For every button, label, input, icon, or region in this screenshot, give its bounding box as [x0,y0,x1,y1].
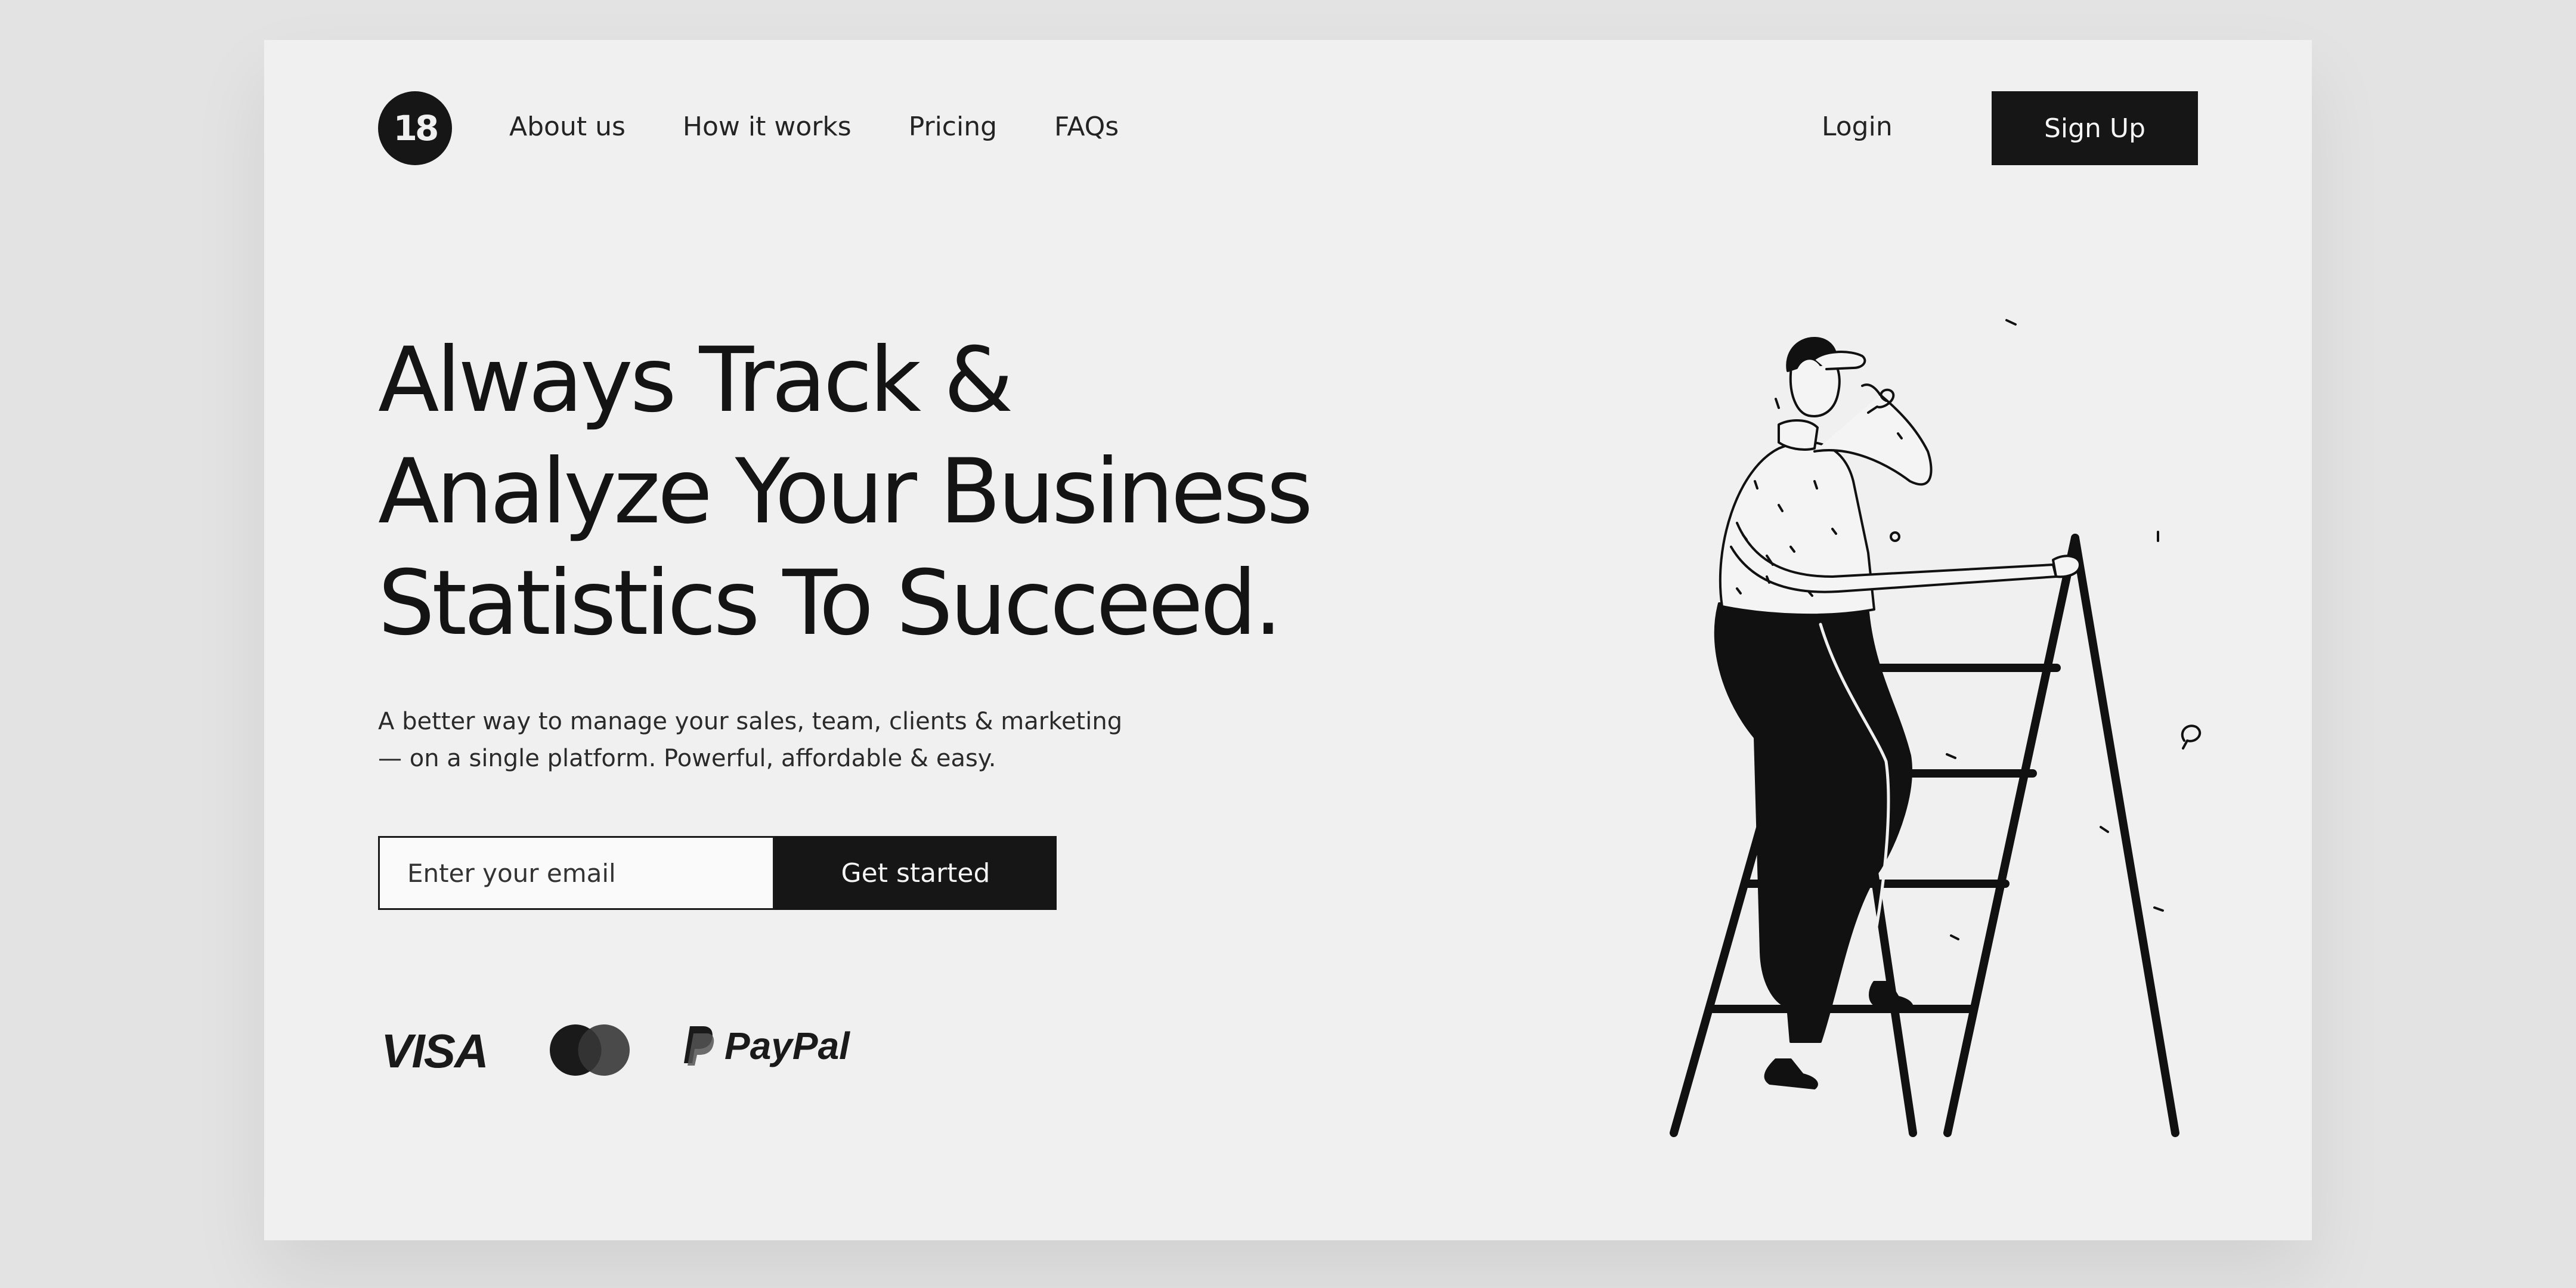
login-link[interactable]: Login [1822,112,1893,142]
headline-line-1: Always Track & [378,329,1014,432]
hero-subtext: A better way to manage your sales, team,… [378,703,1284,777]
nav-link-about[interactable]: About us [509,112,626,142]
subtext-line-2: — on a single platform. Powerful, afford… [378,745,996,772]
nav-link-faqs[interactable]: FAQs [1054,112,1119,142]
get-started-button[interactable]: Get started [775,836,1057,910]
visa-logo: VISA [381,1024,489,1078]
main-nav: About us How it works Pricing FAQs [509,112,1119,142]
landing-page: 18 About us How it works Pricing FAQs Lo… [264,40,2312,1240]
brand-logo-icon[interactable]: 18 [378,91,452,165]
email-input[interactable] [406,857,773,888]
logo-text: 18 [393,108,439,148]
man-figure [1714,337,2081,1089]
headline-line-2: Analyze Your Business [378,440,1313,544]
mastercard-icon [550,1024,630,1076]
headline-line-3: Statistics To Succeed. [378,552,1283,655]
nav-link-pricing[interactable]: Pricing [909,112,997,142]
nav-link-how-it-works[interactable]: How it works [683,112,852,142]
subtext-line-1: A better way to manage your sales, team,… [378,708,1123,735]
signup-button[interactable]: Sign Up [1992,91,2198,165]
hero-headline: Always Track & Analyze Your Business Sta… [378,325,1422,660]
email-field-wrapper [378,836,775,910]
paypal-icon [684,1026,714,1066]
paypal-logo: PayPal [682,1024,850,1068]
man-on-ladder-illustration [1670,319,2202,1137]
paypal-text: PayPal [724,1024,850,1067]
